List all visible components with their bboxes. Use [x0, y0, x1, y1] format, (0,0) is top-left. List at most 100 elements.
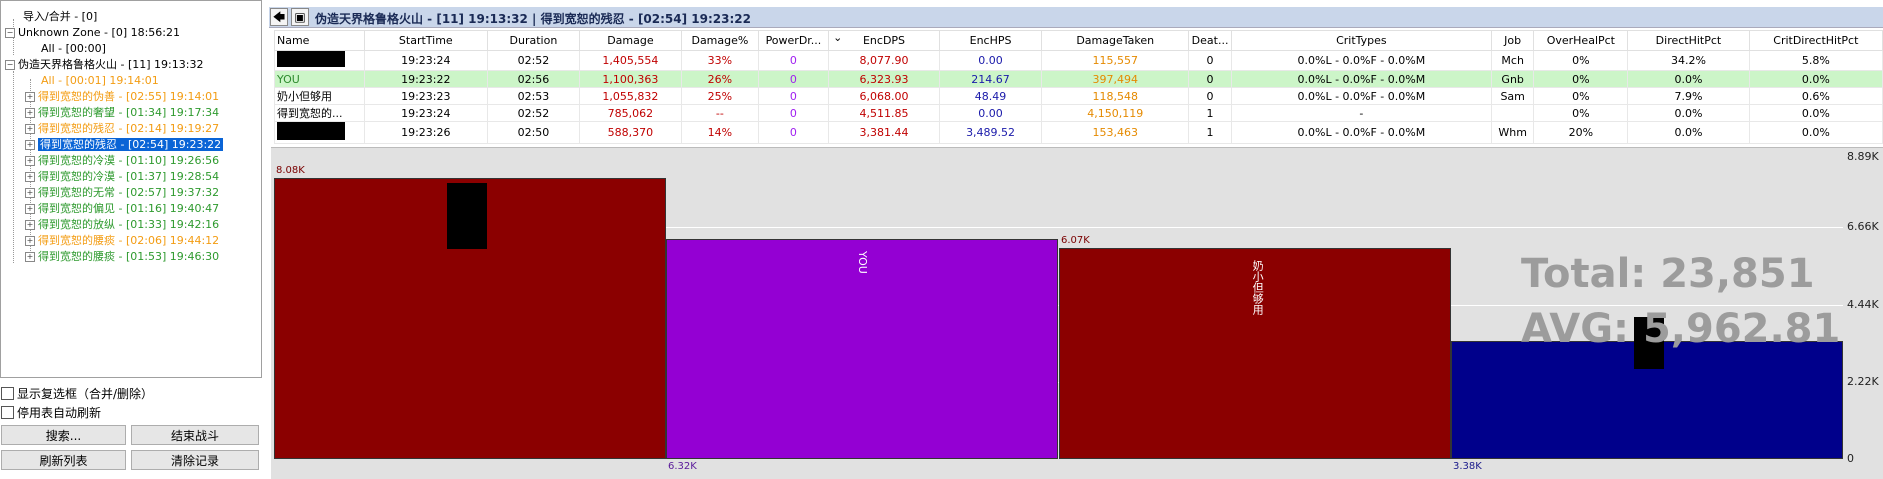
tree-item-label: Unknown Zone - [0] 18:56:21 — [18, 26, 181, 39]
table-cell: 1 — [1188, 104, 1232, 122]
table-cell: 0.0%L - 0.0%F - 0.0%M — [1230, 70, 1492, 88]
tree-item-unknown-all[interactable]: All - [00:00] — [41, 41, 106, 57]
column-header[interactable]: Damage — [578, 30, 683, 51]
tree-item-label: 得到宽恕的冷漠 - [01:37] 19:28:54 — [38, 170, 220, 183]
expand-icon[interactable]: + — [25, 236, 35, 246]
table-cell: 20% — [1533, 121, 1629, 144]
expand-icon[interactable]: + — [25, 220, 35, 230]
table-cell: Sam — [1490, 87, 1535, 105]
column-header[interactable]: Name — [274, 30, 365, 51]
column-header[interactable]: EncDPS ⌄ — [828, 30, 940, 51]
tree-item-encounter[interactable]: + 得到宽恕的奢望 - [01:34] 19:17:34 — [25, 105, 219, 121]
table-cell: 118,548 — [1041, 87, 1190, 105]
table-cell: 19:23:23 — [363, 87, 489, 105]
tree-item-encounter[interactable]: + 得到宽恕的腰痰 - [01:53] 19:46:30 — [25, 249, 219, 265]
column-header[interactable]: Damage% — [681, 30, 759, 51]
column-header[interactable]: CritDirectHitPct — [1748, 30, 1883, 51]
column-header[interactable]: OverHealPct — [1533, 30, 1629, 51]
tree-item-encounter[interactable]: + 得到宽恕的放纵 - [01:33] 19:42:16 — [25, 217, 219, 233]
table-cell: 3,381.44 — [828, 121, 940, 144]
table-cell: 19:23:24 — [363, 104, 489, 122]
tree-item-encounter[interactable]: + 得到宽恕的无常 - [02:57] 19:37:32 — [25, 185, 219, 201]
disable-refresh-checkbox[interactable] — [1, 406, 14, 419]
expand-icon[interactable]: + — [25, 108, 35, 118]
tree-item-encounter[interactable]: + 得到宽恕的残忍 - [02:14] 19:19:27 — [25, 121, 219, 137]
clear-records-button[interactable]: 清除记录 — [131, 450, 259, 470]
table-cell: 02:50 — [487, 121, 580, 144]
column-header[interactable]: CritTypes — [1230, 30, 1492, 51]
table-cell: 0 — [757, 121, 830, 144]
tree-item-zone[interactable]: − 伪造天界格鲁格火山 - [11] 19:13:32 — [5, 57, 203, 73]
expand-icon[interactable]: + — [25, 172, 35, 182]
tree-item-unknown-zone[interactable]: − Unknown Zone - [0] 18:56:21 — [5, 25, 180, 41]
search-button[interactable]: 搜索... — [1, 425, 126, 445]
table-cell: 4,150,119 — [1041, 104, 1190, 122]
column-header[interactable]: Duration — [487, 30, 580, 51]
table-cell: 588,370 — [578, 121, 683, 144]
tree-item-encounter[interactable]: + 得到宽恕的残忍 - [02:54] 19:23:22 — [25, 137, 224, 153]
table-cell: 0 — [757, 50, 830, 71]
redacted-name — [277, 51, 345, 67]
table-row[interactable]: 19:23:26 02:50 588,370 14% 0 3,381.44 3,489.52… — [274, 121, 1883, 144]
expand-icon[interactable]: + — [25, 140, 35, 150]
table-cell: 0 — [757, 87, 830, 105]
table-cell: 0.0% — [1627, 70, 1750, 88]
column-header[interactable]: StartTime — [363, 30, 489, 51]
expand-icon[interactable]: + — [25, 252, 35, 262]
image-export-icon[interactable]: ▣ — [291, 8, 309, 26]
graph-plot-area: 8.08K 6.32K YOU 6.07K 奶小但够用 3.38K — [274, 150, 1843, 472]
table-cell: 115,557 — [1041, 50, 1190, 71]
show-checkbox-label: 显示复选框（合并/删除） — [17, 387, 154, 401]
table-cell: 5.8% — [1748, 50, 1883, 71]
back-arrow-icon[interactable]: 🡄 — [270, 8, 288, 26]
column-header[interactable]: PowerDr... — [757, 30, 830, 51]
table-cell — [1490, 104, 1535, 122]
table-cell: 19:23:24 — [363, 50, 489, 71]
expand-icon[interactable]: + — [25, 188, 35, 198]
table-cell: 8,077.90 — [828, 50, 940, 71]
table-cell: 1 — [1188, 121, 1232, 144]
table-cell: 0.0%L - 0.0%F - 0.0%M — [1230, 50, 1492, 71]
column-header[interactable]: EncHPS — [938, 30, 1043, 51]
encounter-header: 🡄 ▣ 伪造天界格鲁格火山 - [11] 19:13:32 | 得到宽恕的残忍 … — [269, 7, 1883, 28]
redacted-name — [277, 122, 345, 140]
table-cell: 0.00 — [938, 104, 1043, 122]
tree-item-encounter[interactable]: + 得到宽恕的冷漠 - [01:10] 19:26:56 — [25, 153, 219, 169]
table-cell: 得到宽恕的... — [274, 104, 365, 122]
table-cell: 153,463 — [1041, 121, 1190, 144]
table-row[interactable]: 得到宽恕的... 19:23:24 02:52 785,062 -- 0 4,511.85 0… — [274, 104, 1883, 122]
tree-item-encounter[interactable]: + 得到宽恕的伪善 - [02:55] 19:14:01 — [25, 89, 219, 105]
end-combat-button[interactable]: 结束战斗 — [131, 425, 259, 445]
redaction-block — [447, 183, 487, 249]
collapse-icon[interactable]: − — [5, 28, 15, 38]
table-row[interactable]: YOU 19:23:22 02:56 1,100,363 26% 0 6,323.93 214… — [274, 70, 1883, 88]
tree-item-encounter[interactable]: + 得到宽恕的冷漠 - [01:37] 19:28:54 — [25, 169, 219, 185]
collapse-icon[interactable]: − — [5, 60, 15, 70]
show-checkbox[interactable] — [1, 387, 14, 400]
encounter-tree[interactable]: 导入/合并 - [0] − Unknown Zone - [0] 18:56:21… — [0, 0, 262, 378]
table-row[interactable]: 19:23:24 02:52 1,405,554 33% 0 8,077.90 0.00 11… — [274, 50, 1883, 71]
tree-item-label: 得到宽恕的奢望 - [01:34] 19:17:34 — [38, 106, 220, 119]
expand-icon[interactable]: + — [25, 204, 35, 214]
column-header[interactable]: Deat... — [1188, 30, 1232, 51]
table-cell: 0.0% — [1748, 70, 1883, 88]
column-header[interactable]: DirectHitPct — [1627, 30, 1750, 51]
tree-item-import[interactable]: 导入/合并 - [0] — [15, 9, 97, 25]
table-cell: YOU — [274, 70, 365, 88]
y-tick-label: 0 — [1847, 452, 1854, 465]
tree-item-zone-all[interactable]: All - [00:01] 19:14:01 — [41, 73, 159, 89]
tree-item-encounter[interactable]: + 得到宽恕的腰痰 - [02:06] 19:44:12 — [25, 233, 219, 249]
expand-icon[interactable]: + — [25, 92, 35, 102]
expand-icon[interactable]: + — [25, 124, 35, 134]
column-header[interactable]: DamageTaken — [1041, 30, 1190, 51]
tree-item-label: 导入/合并 - [0] — [23, 10, 98, 23]
table-cell: 19:23:26 — [363, 121, 489, 144]
table-cell: 0 — [1188, 50, 1232, 71]
refresh-list-button[interactable]: 刷新列表 — [1, 450, 126, 470]
expand-icon[interactable]: + — [25, 156, 35, 166]
table-row[interactable]: 奶小但够用 19:23:23 02:53 1,055,832 25% 0 6,068.00 4… — [274, 87, 1883, 105]
table-cell: 0.0%L - 0.0%F - 0.0%M — [1230, 121, 1492, 144]
y-tick-label: 6.66K — [1847, 220, 1879, 233]
column-header[interactable]: Job — [1490, 30, 1535, 51]
tree-item-encounter[interactable]: + 得到宽恕的偏见 - [01:16] 19:40:47 — [25, 201, 219, 217]
